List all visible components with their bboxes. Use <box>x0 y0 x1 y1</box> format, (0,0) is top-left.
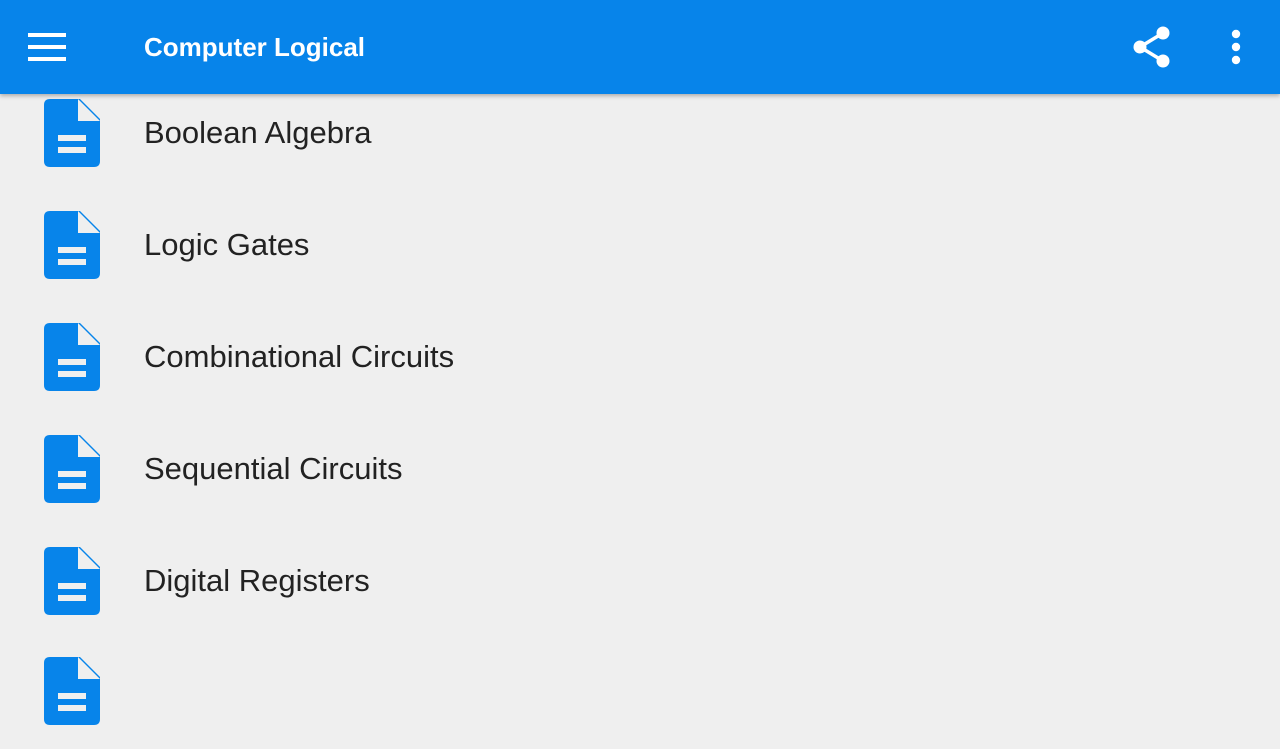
page-title: Computer Logical <box>144 32 366 62</box>
list-item-label: Logic Gates <box>144 227 310 262</box>
document-icon <box>44 657 100 725</box>
more-options-button[interactable] <box>1208 19 1264 75</box>
list-item[interactable]: Combinational Circuits <box>0 301 1280 413</box>
list-item-label: Digital Registers <box>144 563 370 598</box>
document-icon <box>44 99 100 167</box>
document-icon <box>44 547 100 615</box>
share-button[interactable] <box>1124 19 1180 75</box>
list-item[interactable] <box>0 637 1280 749</box>
topic-list: Boolean Algebra Logic Gates Combinationa… <box>0 0 1280 725</box>
list-item-label: Combinational Circuits <box>144 339 455 374</box>
list-item[interactable]: Logic Gates <box>0 189 1280 301</box>
list-item-label: Boolean Algebra <box>144 115 372 150</box>
share-icon <box>1133 26 1170 68</box>
document-icon <box>44 211 100 279</box>
list-item[interactable]: Digital Registers <box>0 525 1280 637</box>
hamburger-menu-icon <box>28 33 66 61</box>
list-item[interactable]: Sequential Circuits <box>0 413 1280 525</box>
menu-button[interactable] <box>20 19 76 75</box>
app-bar: Computer Logical <box>0 0 1280 94</box>
list-item-label: Sequential Circuits <box>144 451 403 486</box>
document-icon <box>44 435 100 503</box>
more-vertical-icon <box>1231 29 1241 65</box>
document-icon <box>44 323 100 391</box>
